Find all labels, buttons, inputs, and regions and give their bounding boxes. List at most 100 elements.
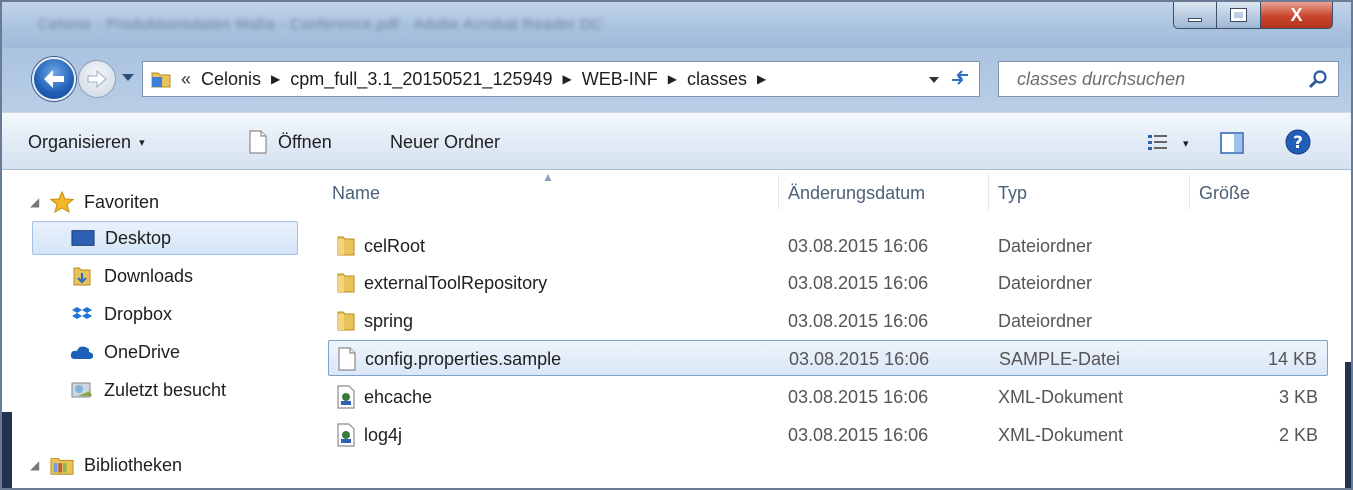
nav-recent-places[interactable]: Zuletzt besucht	[70, 373, 226, 407]
file-date: 03.08.2015 16:06	[788, 386, 929, 407]
file-type: XML-Dokument	[998, 424, 1124, 445]
file-name: log4j	[364, 424, 403, 445]
nav-desktop-label: Desktop	[105, 227, 172, 248]
desktop-icon	[71, 227, 95, 249]
document-icon	[249, 130, 267, 154]
navigation-bar: « Celonis ▶ cpm_full_3.1_20150521_125949…	[2, 48, 1351, 112]
close-icon: X	[1290, 4, 1303, 25]
collapse-triangle-icon[interactable]: ◢	[30, 195, 50, 209]
breadcrumb-web-inf[interactable]: WEB-INF	[582, 69, 658, 90]
search-icon[interactable]	[1308, 69, 1328, 89]
file-type: SAMPLE-Datei	[999, 348, 1121, 369]
dropbox-icon	[70, 303, 94, 325]
new-folder-label: Neuer Ordner	[390, 131, 501, 152]
column-header-name[interactable]: Name	[332, 178, 380, 208]
table-row[interactable]: ehcache 03.08.2015 16:06 XML-Dokument 3 …	[328, 379, 1328, 415]
breadcrumb-separator-icon[interactable]: ▶	[271, 72, 280, 86]
file-date: 03.08.2015 16:06	[788, 310, 929, 331]
help-button[interactable]: ?	[1285, 129, 1311, 155]
change-view-button[interactable]: ▾	[1147, 131, 1189, 155]
folder-icon	[151, 72, 171, 88]
collapse-triangle-icon[interactable]: ◢	[30, 458, 50, 472]
maximize-icon	[1230, 8, 1247, 22]
window-edge	[1345, 362, 1351, 488]
breadcrumb-classes[interactable]: classes	[687, 69, 747, 90]
breadcrumb-cpm-full[interactable]: cpm_full_3.1_20150521_125949	[290, 69, 552, 90]
window-edge	[2, 412, 12, 488]
breadcrumb-separator-icon[interactable]: ▶	[668, 72, 677, 86]
search-placeholder: classes durchsuchen	[1017, 68, 1186, 89]
organize-button[interactable]: Organisieren ▾	[28, 113, 145, 171]
table-row[interactable]: celRoot 03.08.2015 16:06 Dateiordner	[328, 228, 1328, 264]
file-name: ehcache	[364, 386, 433, 407]
minimize-icon	[1188, 18, 1202, 22]
svg-text:?: ?	[1293, 133, 1303, 153]
breadcrumb-separator-icon[interactable]: ▶	[757, 72, 766, 86]
folder-icon	[336, 228, 356, 264]
file-type: Dateiordner	[998, 310, 1093, 331]
open-button[interactable]: Öffnen	[248, 113, 332, 171]
folder-icon	[336, 265, 356, 301]
new-folder-button[interactable]: Neuer Ordner	[390, 113, 500, 171]
breadcrumb-overflow[interactable]: «	[181, 69, 191, 90]
column-header-date[interactable]: Änderungsdatum	[788, 178, 925, 208]
file-name: externalToolRepository	[364, 272, 548, 293]
file-size: 3 KB	[1278, 386, 1318, 407]
file-size: 2 KB	[1278, 424, 1318, 445]
refresh-icon[interactable]	[949, 69, 971, 89]
minimize-button[interactable]	[1173, 2, 1217, 29]
table-row[interactable]: spring 03.08.2015 16:06 Dateiordner	[328, 303, 1328, 339]
downloads-folder-icon	[70, 265, 94, 287]
file-type: XML-Dokument	[998, 386, 1124, 407]
title-bar[interactable]: Celonis - Produktionsdaten Mafia - Confe…	[2, 2, 1351, 48]
file-date: 03.08.2015 16:06	[789, 348, 930, 369]
nav-libraries[interactable]: ◢ Bibliotheken	[30, 448, 182, 482]
back-button[interactable]	[32, 57, 76, 101]
nav-dropbox[interactable]: Dropbox	[70, 297, 172, 331]
open-label: Öffnen	[278, 131, 332, 152]
file-type: Dateiordner	[998, 272, 1093, 293]
nav-downloads[interactable]: Downloads	[70, 259, 193, 293]
breadcrumb-separator-icon[interactable]: ▶	[563, 72, 572, 86]
nav-onedrive[interactable]: OneDrive	[70, 335, 180, 369]
nav-favorites-label: Favoriten	[84, 191, 160, 212]
nav-libraries-label: Bibliotheken	[84, 454, 183, 475]
table-row[interactable]: log4j 03.08.2015 16:06 XML-Dokument 2 KB	[328, 417, 1328, 453]
file-list: ▲ Name Änderungsdatum Typ Größe celRoot …	[302, 170, 1351, 488]
preview-pane-icon	[1220, 132, 1244, 154]
cloud-icon	[70, 341, 94, 363]
search-input[interactable]: classes durchsuchen	[998, 61, 1339, 97]
maximize-button[interactable]	[1217, 2, 1261, 29]
file-name: spring	[364, 310, 414, 331]
explorer-window: Celonis - Produktionsdaten Mafia - Confe…	[0, 0, 1353, 490]
star-icon	[50, 191, 74, 213]
arrow-right-icon	[87, 70, 107, 88]
column-divider[interactable]	[1189, 174, 1190, 210]
file-type: Dateiordner	[998, 235, 1093, 256]
forward-button[interactable]	[78, 60, 116, 98]
window-controls: X	[1173, 2, 1333, 29]
arrow-left-icon	[44, 70, 64, 88]
navigation-pane: ◢ Favoriten Desktop Downloads Dropbox On…	[2, 170, 302, 488]
address-bar[interactable]: « Celonis ▶ cpm_full_3.1_20150521_125949…	[142, 61, 980, 97]
column-divider[interactable]	[778, 174, 779, 210]
window-title: Celonis - Produktionsdaten Mafia - Confe…	[38, 16, 603, 33]
nav-favorites[interactable]: ◢ Favoriten	[30, 185, 159, 219]
recent-places-icon	[70, 379, 94, 401]
command-bar: Organisieren ▾ Öffnen Neuer Ordner ▾ ?	[2, 112, 1351, 170]
preview-pane-button[interactable]	[1220, 131, 1244, 155]
file-date: 03.08.2015 16:06	[788, 272, 929, 293]
column-divider[interactable]	[988, 174, 989, 210]
table-row[interactable]: externalToolRepository 03.08.2015 16:06 …	[328, 265, 1328, 301]
column-header-size[interactable]: Größe	[1199, 178, 1250, 208]
column-header-type[interactable]: Typ	[998, 178, 1027, 208]
file-icon	[337, 341, 357, 377]
address-history-dropdown[interactable]	[929, 77, 939, 83]
close-button[interactable]: X	[1261, 2, 1333, 29]
table-row-selected[interactable]: config.properties.sample 03.08.2015 16:0…	[328, 340, 1328, 376]
details-view-icon	[1148, 135, 1167, 150]
chevron-down-icon: ▾	[139, 136, 145, 149]
nav-desktop[interactable]: Desktop	[32, 221, 298, 255]
recent-pages-dropdown[interactable]	[122, 74, 134, 81]
breadcrumb-celonis[interactable]: Celonis	[201, 69, 261, 90]
